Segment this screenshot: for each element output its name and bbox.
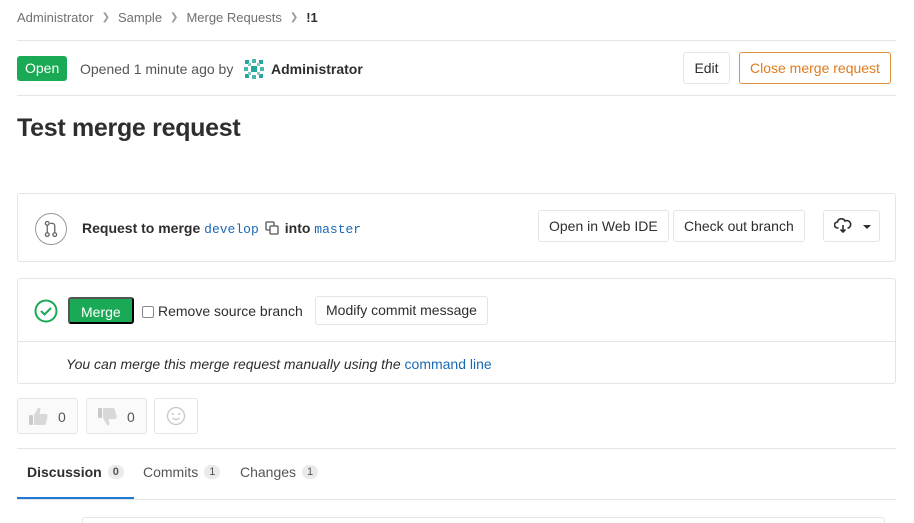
manual-merge-hint: You can merge this merge request manuall… (66, 356, 492, 372)
copy-icon[interactable] (265, 221, 279, 235)
divider (18, 341, 895, 342)
download-dropdown-button[interactable] (823, 210, 880, 242)
chevron-right-icon: ❯ (170, 11, 179, 23)
into-label: into (284, 220, 311, 236)
avatar[interactable] (243, 58, 265, 80)
smiley-icon (166, 406, 186, 426)
add-reaction-button[interactable] (154, 398, 198, 434)
close-merge-request-button[interactable]: Close merge request (739, 52, 891, 84)
divider (17, 95, 896, 96)
breadcrumb-item-merge-requests[interactable]: Merge Requests (186, 10, 281, 25)
merge-actions-panel: Merge Remove source branch Modify commit… (17, 278, 896, 384)
merge-button[interactable]: Merge (68, 297, 134, 324)
divider (17, 499, 896, 500)
modify-commit-message-button[interactable]: Modify commit message (315, 296, 488, 325)
tab-label: Commits (143, 464, 199, 480)
request-prefix: Request to merge (82, 220, 201, 236)
open-in-web-ide-button[interactable]: Open in Web IDE (538, 210, 669, 242)
tab-discussion[interactable]: Discussion 0 (27, 464, 124, 480)
thumbs-down-count: 0 (127, 409, 135, 425)
target-branch-link[interactable]: master (314, 222, 361, 237)
tab-count-badge: 0 (107, 465, 124, 479)
status-success-icon (34, 299, 58, 323)
tab-commits[interactable]: Commits 1 (143, 464, 221, 480)
remove-source-branch-checkbox[interactable] (142, 306, 154, 318)
tab-changes[interactable]: Changes 1 (240, 464, 319, 480)
discussion-card (82, 517, 885, 523)
chevron-right-icon: ❯ (101, 11, 110, 23)
breadcrumb-current[interactable]: !1 (306, 10, 318, 25)
thumbs-up-button[interactable]: 0 (17, 398, 78, 434)
divider (17, 448, 896, 449)
tab-label: Discussion (27, 464, 102, 480)
manual-merge-text: You can merge this merge request manuall… (66, 356, 401, 372)
edit-button[interactable]: Edit (683, 52, 730, 84)
caret-down-icon (863, 225, 871, 229)
source-branch-link[interactable]: develop (204, 222, 259, 237)
status-badge: Open (17, 56, 68, 81)
merge-info-panel: Request to merge develop into master Open… (17, 193, 896, 262)
tab-count-badge: 1 (302, 465, 319, 479)
mr-header: Open Opened 1 minute ago by Administrato… (17, 52, 896, 86)
git-merge-icon (35, 213, 67, 245)
breadcrumb-item-administrator[interactable]: Administrator (17, 10, 94, 25)
thumbs-down-button[interactable]: 0 (86, 398, 147, 434)
breadcrumb: Administrator ❯ Sample ❯ Merge Requests … (17, 9, 318, 25)
thumbs-up-count: 0 (58, 409, 66, 425)
remove-source-branch-label[interactable]: Remove source branch (158, 303, 303, 319)
breadcrumb-item-sample[interactable]: Sample (118, 10, 162, 25)
tab-count-badge: 1 (204, 465, 221, 479)
tab-label: Changes (240, 464, 297, 480)
page-title: Test merge request (17, 114, 241, 142)
opened-text: Opened 1 minute ago by (80, 61, 234, 77)
merge-request-description: Request to merge develop into master (82, 220, 361, 237)
divider (17, 40, 896, 41)
thumbs-down-icon (98, 408, 117, 426)
author-link[interactable]: Administrator (271, 61, 363, 77)
command-line-link[interactable]: command line (405, 356, 492, 372)
thumbs-up-icon (29, 407, 48, 425)
check-out-branch-button[interactable]: Check out branch (673, 210, 805, 242)
download-cloud-icon (834, 218, 852, 234)
chevron-right-icon: ❯ (289, 11, 299, 23)
